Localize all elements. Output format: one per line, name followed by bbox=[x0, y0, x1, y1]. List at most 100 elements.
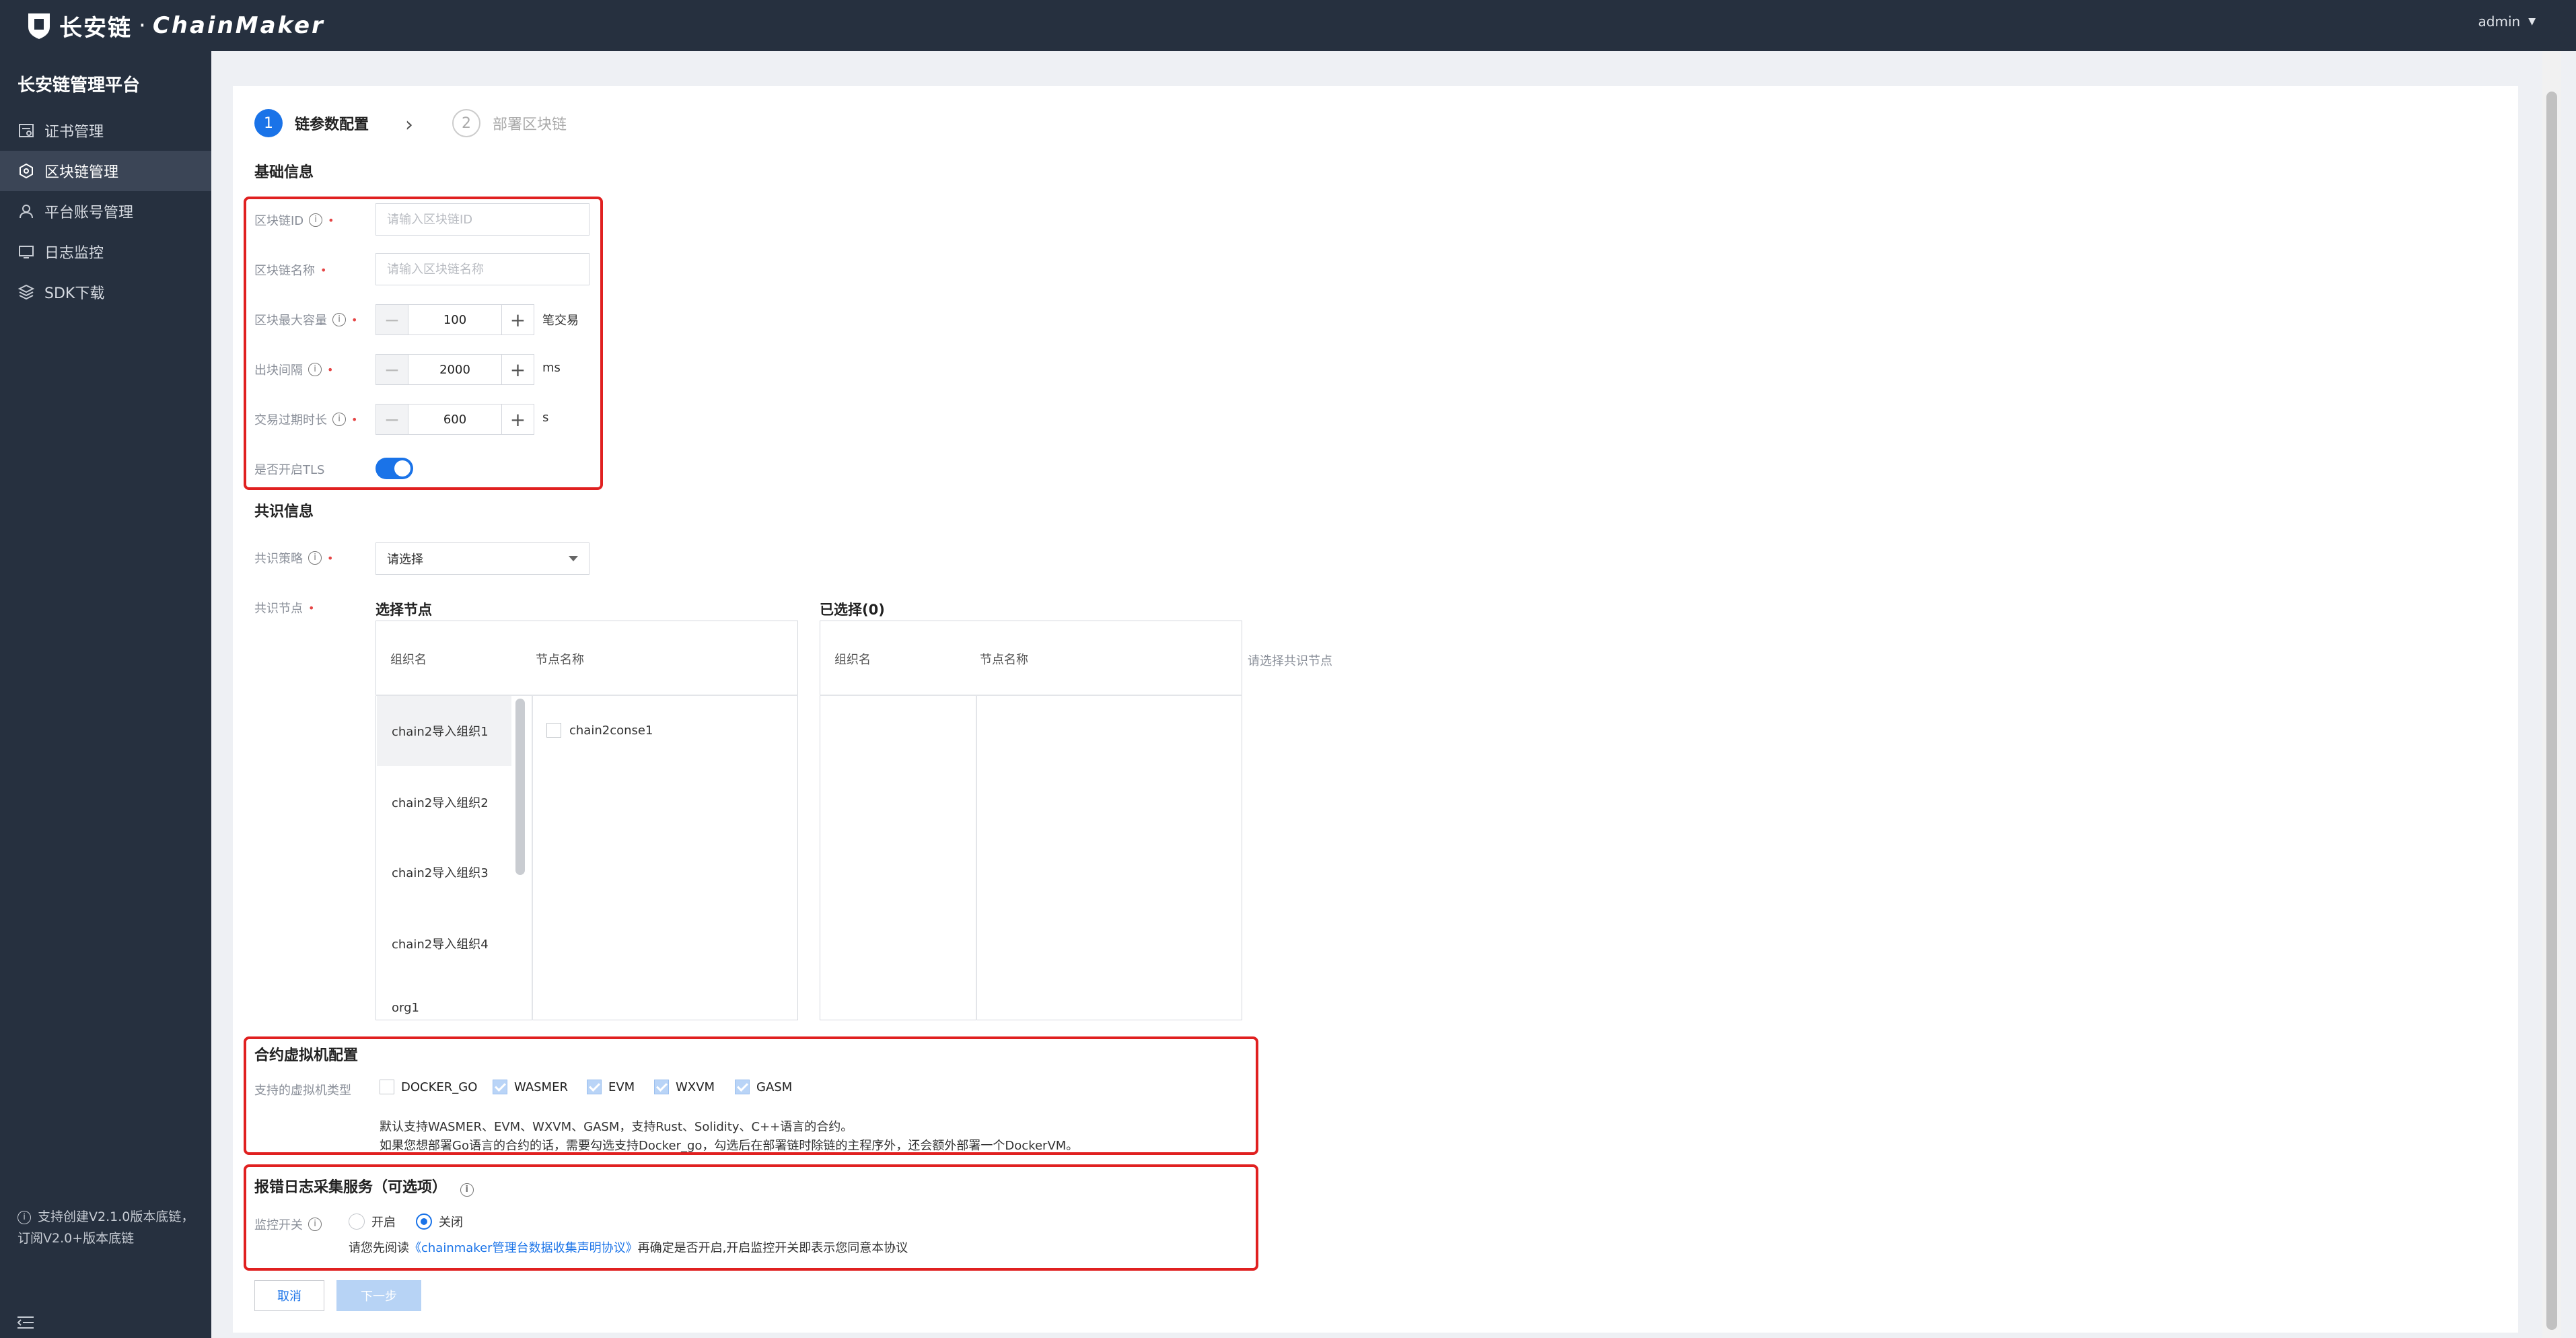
highlight-basic-info bbox=[244, 197, 603, 490]
increment-button[interactable]: + bbox=[501, 355, 534, 384]
vm-option-label: WASMER bbox=[514, 1080, 568, 1094]
vm-checkbox[interactable] bbox=[380, 1080, 394, 1094]
required-mark: • bbox=[327, 363, 334, 376]
sidebar-item-log-monitor[interactable]: 日志监控 bbox=[0, 232, 211, 272]
block-capacity-stepper: − 100 + bbox=[375, 304, 534, 335]
node-checkbox[interactable] bbox=[546, 723, 561, 738]
blockchain-icon bbox=[20, 163, 33, 179]
monitor-icon bbox=[19, 246, 34, 258]
vm-option-label: WXVM bbox=[676, 1080, 715, 1094]
chain-name-input[interactable] bbox=[375, 253, 589, 285]
sidebar-item-sdk-download[interactable]: SDK下载 bbox=[0, 272, 211, 312]
vm-note-2: 如果您想部署Go语言的合约的话，需要勾选支持Docker_go，勾选后在部署链时… bbox=[380, 1139, 1079, 1153]
divider bbox=[976, 695, 977, 1020]
org-list-item[interactable]: chain2导入组织4 bbox=[377, 909, 511, 979]
node-option-label: chain2conse1 bbox=[569, 723, 653, 738]
monitor-on-option[interactable]: 开启 bbox=[349, 1213, 396, 1230]
decrement-button[interactable]: − bbox=[376, 355, 408, 384]
tls-toggle[interactable] bbox=[375, 458, 413, 479]
info-icon[interactable]: i bbox=[332, 313, 346, 326]
vm-checkbox[interactable] bbox=[654, 1080, 669, 1094]
chain-id-input[interactable] bbox=[375, 203, 589, 236]
info-icon[interactable]: i bbox=[460, 1183, 474, 1197]
block-interval-label: 出块间隔 i • bbox=[254, 361, 333, 378]
next-step-button[interactable]: 下一步 bbox=[336, 1280, 421, 1311]
consensus-strategy-label: 共识策略 i • bbox=[254, 549, 333, 567]
agreement-prefix: 请您先阅读 bbox=[349, 1241, 409, 1255]
chevron-down-icon: ▼ bbox=[2528, 16, 2536, 27]
sidebar: 长安链管理平台 证书管理 区块链管理 平台账号管理 日志监控 SDK下载 i 支持… bbox=[0, 51, 211, 1338]
required-mark: • bbox=[327, 551, 334, 565]
tx-expire-unit: s bbox=[542, 411, 549, 425]
node-option[interactable]: chain2conse1 bbox=[546, 723, 653, 738]
chain-id-label: 区块链ID i • bbox=[254, 211, 334, 229]
selected-nodes-box bbox=[820, 621, 1242, 1020]
radio-on[interactable] bbox=[349, 1213, 365, 1230]
org-list-scrollbar[interactable] bbox=[515, 699, 525, 875]
cancel-button[interactable]: 取消 bbox=[254, 1280, 324, 1311]
increment-button[interactable]: + bbox=[501, 305, 534, 334]
logo-text-en: ChainMaker bbox=[152, 12, 325, 39]
decrement-button[interactable]: − bbox=[376, 305, 408, 334]
agreement-link[interactable]: 《chainmaker管理台数据收集声明协议》 bbox=[409, 1241, 638, 1255]
block-capacity-unit: 笔交易 bbox=[542, 314, 579, 328]
sidebar-title: 长安链管理平台 bbox=[17, 75, 141, 96]
version-note-text: 支持创建V2.1.0版本底链，订阅V2.0+版本底链 bbox=[17, 1209, 194, 1246]
sidebar-item-label: 区块链管理 bbox=[44, 164, 119, 181]
org-list-item[interactable]: org1 bbox=[377, 980, 511, 1018]
scrollbar-thumb[interactable] bbox=[2546, 92, 2557, 1330]
collapse-sidebar-icon[interactable] bbox=[16, 1314, 36, 1331]
org-list-item[interactable]: chain2导入组织1 bbox=[377, 696, 511, 766]
org-list-item[interactable]: chain2导入组织3 bbox=[377, 837, 511, 907]
tls-label-text: 是否开启TLS bbox=[254, 463, 325, 477]
vm-checkbox[interactable] bbox=[587, 1080, 602, 1094]
caret-down-icon bbox=[569, 556, 578, 561]
chain-name-label-text: 区块链名称 bbox=[254, 264, 315, 278]
info-icon[interactable]: i bbox=[309, 213, 323, 227]
vm-option-docker-go[interactable]: DOCKER_GO bbox=[380, 1080, 477, 1094]
vm-option-evm[interactable]: EVM bbox=[587, 1080, 635, 1094]
certificate-icon bbox=[19, 124, 34, 137]
step-1-number: 1 bbox=[254, 109, 283, 137]
decrement-button[interactable]: − bbox=[376, 404, 408, 434]
sidebar-item-certificates[interactable]: 证书管理 bbox=[0, 110, 211, 151]
block-capacity-value[interactable]: 100 bbox=[408, 305, 501, 334]
monitor-switch-label-text: 监控开关 bbox=[254, 1218, 303, 1232]
version-note: i 支持创建V2.1.0版本底链，订阅V2.0+版本底链 bbox=[17, 1206, 199, 1249]
info-icon[interactable]: i bbox=[308, 551, 322, 565]
sidebar-item-label: SDK下载 bbox=[44, 285, 105, 302]
consensus-nodes-hint: 请选择共识节点 bbox=[1248, 654, 1332, 668]
column-header-node: 节点名称 bbox=[980, 653, 1028, 667]
radio-off[interactable] bbox=[416, 1213, 432, 1230]
logo-text-cn: 长安链 bbox=[59, 14, 132, 42]
consensus-strategy-select[interactable]: 请选择 bbox=[375, 542, 589, 575]
vm-option-label: EVM bbox=[608, 1080, 635, 1094]
vm-option-wxvm[interactable]: WXVM bbox=[654, 1080, 715, 1094]
info-icon[interactable]: i bbox=[308, 363, 322, 376]
page-scrollbar[interactable] bbox=[2542, 51, 2561, 1338]
required-mark: • bbox=[328, 213, 334, 227]
vm-checkbox[interactable] bbox=[735, 1080, 750, 1094]
divider bbox=[532, 695, 533, 1020]
monitor-off-option[interactable]: 关闭 bbox=[416, 1213, 463, 1230]
tx-expire-value[interactable]: 600 bbox=[408, 404, 501, 434]
vm-option-wasmer[interactable]: WASMER bbox=[493, 1080, 568, 1094]
block-interval-unit: ms bbox=[542, 361, 561, 375]
vm-checkbox[interactable] bbox=[493, 1080, 507, 1094]
org-list-item[interactable]: chain2导入组织2 bbox=[377, 767, 511, 837]
sidebar-item-accounts[interactable]: 平台账号管理 bbox=[0, 191, 211, 232]
user-menu[interactable]: admin ▼ bbox=[2478, 13, 2536, 30]
sidebar-item-blockchain[interactable]: 区块链管理 bbox=[0, 151, 211, 191]
divider bbox=[820, 695, 1242, 696]
increment-button[interactable]: + bbox=[501, 404, 534, 434]
info-icon[interactable]: i bbox=[308, 1218, 322, 1231]
block-capacity-label-text: 区块最大容量 bbox=[254, 314, 327, 328]
consensus-nodes-label: 共识节点 • bbox=[254, 599, 314, 617]
block-interval-value[interactable]: 2000 bbox=[408, 355, 501, 384]
step-1: 1 链参数配置 bbox=[254, 109, 369, 137]
info-icon[interactable]: i bbox=[332, 413, 346, 426]
required-mark: • bbox=[308, 601, 315, 614]
column-header-org: 组织名 bbox=[390, 653, 427, 667]
tls-label: 是否开启TLS bbox=[254, 460, 324, 478]
vm-option-gasm[interactable]: GASM bbox=[735, 1080, 792, 1094]
